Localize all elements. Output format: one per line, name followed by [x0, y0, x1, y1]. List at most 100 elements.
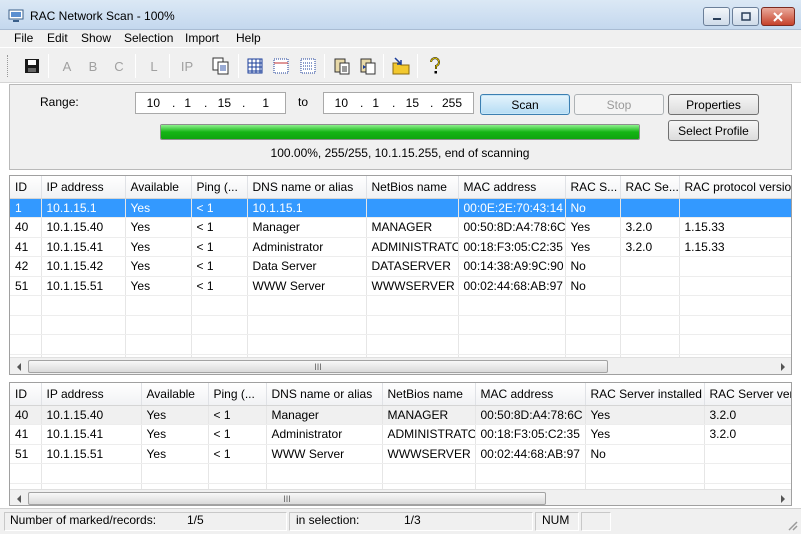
table-cell: No	[565, 256, 621, 277]
empty-cell	[266, 463, 383, 484]
table-cell: No	[565, 198, 621, 218]
table-cell: WWW Server	[266, 444, 383, 464]
resize-grip-icon[interactable]	[786, 519, 798, 531]
empty-cell	[620, 295, 680, 316]
column-header[interactable]: NetBios name	[382, 383, 476, 406]
toolbar-grip[interactable]	[7, 55, 10, 77]
select-none-button[interactable]	[270, 56, 292, 76]
ip-octet[interactable]: 15	[209, 96, 231, 110]
paste-button[interactable]	[331, 56, 353, 76]
menu-selection[interactable]: Selection	[124, 31, 173, 45]
column-c-button[interactable]: C	[108, 56, 130, 76]
column-header[interactable]: RAC protocol versio	[679, 176, 791, 199]
ip-dot: .	[430, 96, 434, 110]
column-header[interactable]: NetBios name	[366, 176, 459, 199]
paste-special-button[interactable]	[357, 56, 379, 76]
table-cell: Yes	[125, 256, 192, 277]
invert-selection-button[interactable]	[297, 56, 319, 76]
scroll-left-arrow[interactable]	[10, 358, 27, 374]
empty-cell	[366, 334, 459, 355]
horizontal-scrollbar[interactable]: III	[10, 357, 791, 374]
save-button[interactable]	[21, 56, 43, 76]
table-row[interactable]: 40 10.1.15.40 Yes < 1 Manager MANAGER 00:50:8D…	[10, 217, 791, 238]
column-header[interactable]: RAC Server installed	[585, 383, 705, 406]
ip-octet[interactable]: 15	[397, 96, 419, 110]
empty-cell	[366, 295, 459, 316]
range-from-field[interactable]: 10 . 1 . 15 . 1	[135, 92, 286, 114]
ip-octet[interactable]: 10	[326, 96, 348, 110]
ip-octet[interactable]: 1	[169, 96, 191, 110]
column-header[interactable]: DNS name or alias	[266, 383, 383, 406]
table-row[interactable]: 42 10.1.15.42 Yes < 1 Data Server DATASERVER 0…	[10, 256, 791, 277]
empty-cell	[585, 463, 705, 484]
column-header[interactable]: ID	[10, 383, 42, 406]
scrollbar-thumb[interactable]: III	[28, 492, 546, 505]
stop-button[interactable]: Stop	[574, 94, 664, 115]
menu-show[interactable]: Show	[81, 31, 111, 45]
column-header[interactable]: MAC address	[458, 176, 566, 199]
copy-icon	[212, 57, 229, 75]
table-cell: Yes	[125, 198, 192, 218]
scrollbar-thumb[interactable]: III	[28, 360, 608, 373]
column-b-button[interactable]: B	[82, 56, 104, 76]
table-cell: Manager	[266, 405, 383, 425]
range-to-field[interactable]: 10 . 1 . 15 . 255	[323, 92, 474, 114]
ip-octet[interactable]: 1	[247, 96, 269, 110]
column-a-button[interactable]: A	[56, 56, 78, 76]
empty-cell	[382, 463, 476, 484]
app-icon	[8, 9, 24, 22]
minimize-button[interactable]	[703, 7, 730, 26]
column-header[interactable]: Available	[125, 176, 192, 199]
table-cell: 10.1.15.51	[41, 276, 126, 296]
maximize-icon	[740, 12, 751, 21]
empty-cell	[41, 315, 126, 335]
table-cell: 00:14:38:A9:9C:90	[458, 256, 566, 277]
column-header[interactable]: RAC Server vers	[704, 383, 791, 406]
scroll-right-arrow[interactable]	[774, 490, 791, 505]
chevron-left-icon	[16, 494, 21, 503]
column-header[interactable]: RAC S...	[565, 176, 621, 199]
scan-button[interactable]: Scan	[480, 94, 570, 115]
table-row[interactable]: 51 10.1.15.51 Yes < 1 WWW Server WWWSERVER 00:…	[10, 444, 791, 464]
properties-button[interactable]: Properties	[668, 94, 759, 115]
column-header[interactable]: Ping (...	[191, 176, 248, 199]
column-header[interactable]: ID	[10, 176, 42, 199]
column-header[interactable]: Ping (...	[208, 383, 267, 406]
copy-button[interactable]	[210, 56, 232, 76]
column-header[interactable]: RAC Se...	[620, 176, 680, 199]
scroll-left-arrow[interactable]	[10, 490, 27, 505]
help-button[interactable]	[424, 56, 446, 76]
table-cell: 1.15.33	[679, 217, 791, 238]
table-row[interactable]: 40 10.1.15.40 Yes < 1 Manager MANAGER 00:50:8D…	[10, 405, 791, 425]
column-header[interactable]: MAC address	[475, 383, 586, 406]
ip-button[interactable]: IP	[176, 56, 198, 76]
close-button[interactable]	[761, 7, 795, 26]
import-button[interactable]	[390, 56, 412, 76]
menu-help[interactable]: Help	[236, 31, 261, 45]
results-grid: ID IP address Available Ping (... DNS name o…	[10, 176, 791, 374]
column-header[interactable]: IP address	[41, 383, 142, 406]
column-l-button[interactable]: L	[143, 56, 165, 76]
empty-cell	[208, 463, 267, 484]
ip-octet[interactable]: 255	[440, 96, 462, 110]
table-row[interactable]: 41 10.1.15.41 Yes < 1 Administrator ADMINISTR…	[10, 237, 791, 257]
menu-edit[interactable]: Edit	[47, 31, 68, 45]
table-row[interactable]: 51 10.1.15.51 Yes < 1 WWW Server WWWSERVER 00:…	[10, 276, 791, 296]
empty-cell	[565, 334, 621, 355]
column-header[interactable]: DNS name or alias	[247, 176, 367, 199]
column-header[interactable]: Available	[141, 383, 209, 406]
ip-octet[interactable]: 1	[357, 96, 379, 110]
table-cell: < 1	[191, 198, 248, 218]
menu-import[interactable]: Import	[185, 31, 219, 45]
select-profile-button[interactable]: Select Profile	[668, 120, 759, 141]
table-row[interactable]: 1 10.1.15.1 Yes < 1 10.1.15.1 00:0E:2E:70:43:…	[10, 198, 791, 218]
maximize-button[interactable]	[732, 7, 759, 26]
table-row[interactable]: 41 10.1.15.41 Yes < 1 Administrator ADMINISTR…	[10, 424, 791, 445]
menu-file[interactable]: File	[14, 31, 33, 45]
column-header[interactable]: IP address	[41, 176, 126, 199]
scroll-right-arrow[interactable]	[774, 358, 791, 374]
ip-octet[interactable]: 10	[138, 96, 160, 110]
select-all-button[interactable]	[244, 56, 266, 76]
horizontal-scrollbar[interactable]: III	[10, 489, 791, 505]
window-title: RAC Network Scan - 100%	[30, 9, 175, 23]
